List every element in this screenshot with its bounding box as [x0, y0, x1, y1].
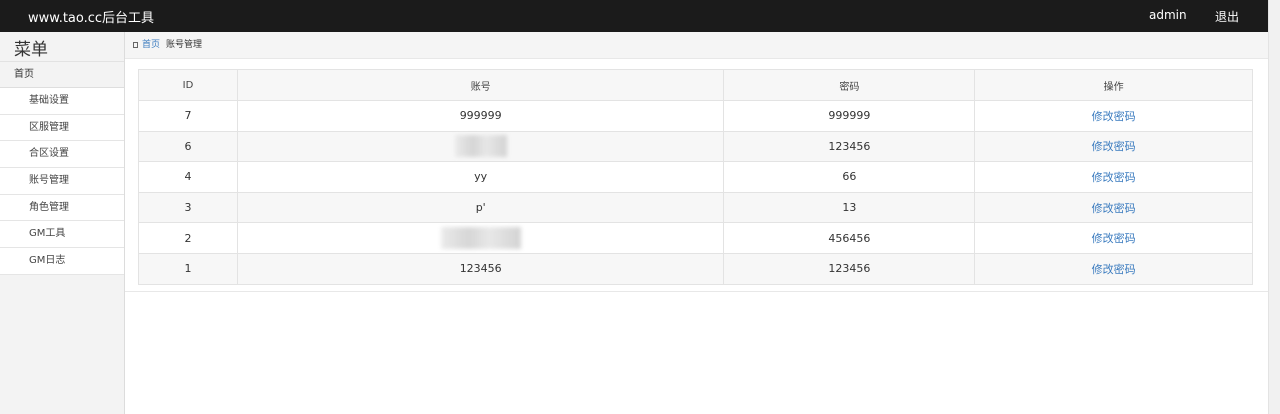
table-row: 6 123456 修改密码	[138, 130, 1253, 163]
redacted-account-blur	[440, 227, 521, 250]
home-icon	[133, 42, 138, 48]
sidebar-item-gm-log[interactable]: GM日志	[0, 248, 124, 275]
cell-account	[236, 222, 725, 254]
breadcrumb: 首页 账号管理	[125, 32, 1268, 59]
cell-password: 66	[723, 161, 976, 193]
cell-password: 13	[723, 191, 976, 224]
cell-id: 2	[138, 222, 238, 254]
cell-account: 999999	[236, 100, 725, 132]
cell-id: 7	[138, 100, 238, 132]
cell-action: 修改密码	[974, 130, 1253, 163]
cell-action: 修改密码	[974, 252, 1253, 285]
sidebar-item-account-management[interactable]: 账号管理	[0, 168, 124, 195]
cell-action: 修改密码	[974, 222, 1253, 254]
table-row: 3 p' 13 修改密码	[138, 191, 1253, 224]
brand-title[interactable]: www.tao.cc后台工具	[28, 7, 154, 26]
sidebar-item-role-management[interactable]: 角色管理	[0, 194, 124, 222]
cell-password: 999999	[723, 100, 976, 132]
top-navbar: www.tao.cc后台工具 admin 退出	[0, 0, 1268, 32]
change-password-link[interactable]: 修改密码	[1092, 110, 1136, 123]
sidebar-item-server-management[interactable]: 区服管理	[0, 114, 124, 142]
cell-account	[236, 130, 725, 163]
sidebar-menu-list: 基础设置 区服管理 合区设置 账号管理 角色管理 GM工具 GM日志	[0, 88, 124, 275]
column-header-account: 账号	[236, 69, 725, 101]
admin-user-link[interactable]: admin	[1149, 8, 1187, 22]
sidebar-item-gm-tools[interactable]: GM工具	[0, 221, 124, 249]
cell-action: 修改密码	[974, 100, 1253, 132]
change-password-link[interactable]: 修改密码	[1092, 140, 1136, 153]
breadcrumb-home-link[interactable]: 首页	[142, 40, 160, 50]
change-password-link[interactable]: 修改密码	[1092, 171, 1136, 184]
change-password-link[interactable]: 修改密码	[1092, 263, 1136, 276]
column-header-id: ID	[138, 69, 238, 101]
sidebar-item-merge-settings[interactable]: 合区设置	[0, 141, 124, 169]
cell-action: 修改密码	[974, 161, 1253, 193]
cell-id: 1	[138, 252, 238, 285]
sidebar-menu-title: 菜单	[0, 32, 124, 62]
column-header-password: 密码	[723, 69, 976, 101]
table-row: 2 456456 修改密码	[138, 222, 1253, 254]
cell-password: 123456	[723, 252, 976, 285]
column-header-action: 操作	[974, 69, 1253, 101]
cell-password: 123456	[723, 130, 976, 163]
table-row: 1 123456 123456 修改密码	[138, 252, 1253, 285]
cell-password: 456456	[723, 222, 976, 254]
page-scrollbar[interactable]	[1268, 0, 1280, 414]
change-password-link[interactable]: 修改密码	[1092, 202, 1136, 215]
main-content: ID 账号 密码 操作 7 999999 999999 修改密码 6 12345…	[125, 59, 1268, 292]
cell-id: 4	[138, 161, 238, 193]
logout-link[interactable]: 退出	[1215, 8, 1239, 25]
redacted-account-blur	[454, 135, 507, 158]
sidebar-item-basic-settings[interactable]: 基础设置	[0, 88, 124, 115]
cell-id: 3	[138, 191, 238, 224]
cell-account: yy	[236, 161, 725, 193]
cell-account: p'	[236, 191, 725, 224]
cell-action: 修改密码	[974, 191, 1253, 224]
table-header-row: ID 账号 密码 操作	[138, 69, 1253, 101]
table-row: 4 yy 66 修改密码	[138, 161, 1253, 193]
accounts-table: ID 账号 密码 操作 7 999999 999999 修改密码 6 12345…	[138, 69, 1253, 285]
sidebar-item-home[interactable]: 首页	[0, 62, 124, 88]
cell-account: 123456	[236, 252, 725, 285]
breadcrumb-current: 账号管理	[166, 40, 203, 50]
change-password-link[interactable]: 修改密码	[1092, 232, 1136, 245]
cell-id: 6	[138, 130, 238, 163]
table-row: 7 999999 999999 修改密码	[138, 100, 1253, 132]
sidebar: 菜单 首页 基础设置 区服管理 合区设置 账号管理 角色管理 GM工具 GM日志	[0, 32, 125, 414]
